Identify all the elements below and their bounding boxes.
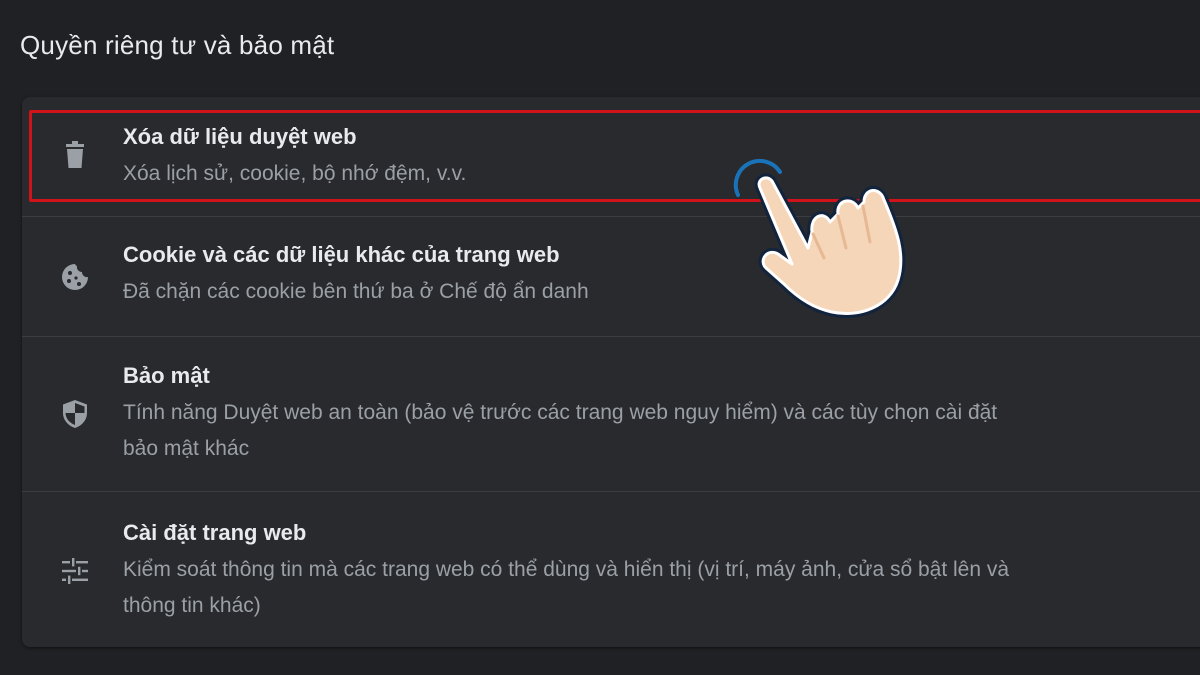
pointing-hand-icon — [733, 158, 906, 318]
section-title: Quyền riêng tư và bảo mật — [20, 30, 335, 60]
trash-icon — [60, 140, 90, 170]
cookie-icon — [60, 262, 90, 292]
item-description-line-1: Kiểm soát thông tin mà các trang web có … — [123, 558, 1010, 581]
item-title: Cookie và các dữ liệu khác của trang web — [123, 242, 560, 267]
item-title: Bảo mật — [123, 363, 210, 388]
item-description: Xóa lịch sử, cookie, bộ nhớ đệm, v.v. — [123, 162, 467, 185]
item-description-line-1: Tính năng Duyệt web an toàn (bảo vệ trướ… — [123, 401, 998, 424]
item-title: Cài đặt trang web — [123, 520, 307, 545]
shield-icon — [60, 399, 90, 429]
cookies-item[interactable]: Cookie và các dữ liệu khác của trang web… — [22, 216, 1200, 337]
item-description-line-2: thông tin khác) — [123, 594, 261, 617]
tune-icon — [60, 556, 90, 586]
settings-page: Quyền riêng tư và bảo mật Xóa dữ liệu du… — [0, 0, 1200, 675]
security-item[interactable]: Bảo mật Tính năng Duyệt web an toàn (bảo… — [22, 336, 1200, 492]
site-settings-item[interactable]: Cài đặt trang web Kiểm soát thông tin mà… — [22, 491, 1200, 648]
item-description: Đã chặn các cookie bên thứ ba ở Chế độ ẩ… — [123, 280, 589, 303]
item-title: Xóa dữ liệu duyệt web — [123, 124, 357, 149]
privacy-security-card: Xóa dữ liệu duyệt web Xóa lịch sử, cooki… — [22, 97, 1200, 647]
item-description-line-2: bảo mật khác — [123, 437, 250, 460]
clear-browsing-data-item[interactable]: Xóa dữ liệu duyệt web Xóa lịch sử, cooki… — [22, 97, 1200, 216]
